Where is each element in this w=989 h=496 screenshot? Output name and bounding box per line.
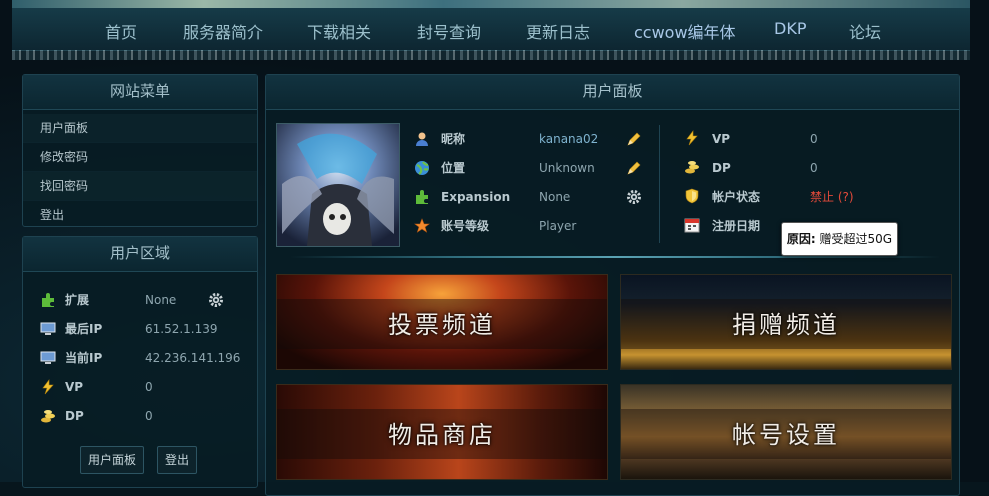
coins-icon bbox=[41, 410, 55, 423]
site-menu-panel: 网站菜单 用户面板 修改密码 找回密码 登出 bbox=[22, 74, 258, 227]
puzzle-icon bbox=[416, 190, 428, 204]
user-area-label-last-ip: 最后IP bbox=[65, 322, 103, 336]
site-menu-title: 网站菜单 bbox=[23, 75, 257, 110]
nav-changelog[interactable]: 更新日志 bbox=[526, 19, 590, 43]
account-settings-banner[interactable]: 帐号设置 bbox=[620, 384, 952, 480]
user-area-title: 用户区域 bbox=[23, 237, 257, 272]
user-area-value-dp: 0 bbox=[145, 409, 153, 423]
user-area-value-last-ip: 61.52.1.139 bbox=[145, 322, 218, 336]
user-area-value-vp: 0 bbox=[145, 380, 153, 394]
nav-home[interactable]: 首页 bbox=[105, 19, 137, 43]
menu-item-logout[interactable]: 登出 bbox=[23, 201, 257, 229]
lightning-icon bbox=[686, 130, 698, 146]
menu-item-user-panel[interactable]: 用户面板 bbox=[23, 114, 257, 143]
globe-icon bbox=[415, 161, 429, 175]
label-expansion: Expansion bbox=[441, 190, 511, 204]
user-area-value-expansion: None bbox=[145, 293, 177, 307]
account-settings-label: 帐号设置 bbox=[732, 421, 840, 449]
user-area-value-current-ip: 42.236.141.196 bbox=[145, 351, 241, 365]
label-register-date: 注册日期 bbox=[712, 219, 761, 233]
label-location: 位置 bbox=[441, 161, 466, 175]
nav-frost-border bbox=[12, 50, 970, 60]
gear-icon[interactable] bbox=[626, 189, 642, 205]
value-account-level: Player bbox=[539, 219, 577, 233]
calendar-icon bbox=[684, 218, 700, 233]
nav-ban-lookup[interactable]: 封号查询 bbox=[417, 19, 481, 43]
info-separator bbox=[659, 125, 660, 243]
coins-icon bbox=[685, 161, 699, 174]
tooltip-text: 赠受超过50G bbox=[815, 232, 893, 246]
star-icon bbox=[414, 218, 430, 233]
puzzle-icon bbox=[42, 293, 54, 307]
label-nickname: 昵称 bbox=[441, 132, 466, 146]
ban-reason-tooltip: 原因: 赠受超过50G bbox=[781, 222, 898, 256]
label-account-level: 账号等级 bbox=[441, 219, 490, 233]
value-location: Unknown bbox=[539, 161, 595, 175]
donate-channel-label: 捐赠频道 bbox=[732, 311, 840, 339]
value-vp: 0 bbox=[810, 132, 818, 146]
value-account-status[interactable]: 禁止 (?) bbox=[810, 187, 854, 207]
menu-item-recover-password[interactable]: 找回密码 bbox=[23, 172, 257, 201]
top-nav: 首页 服务器简介 下载相关 封号查询 更新日志 ccwow编年体 DKP 论坛 bbox=[12, 8, 970, 51]
item-shop-label: 物品商店 bbox=[388, 421, 496, 449]
item-shop-banner[interactable]: 物品商店 bbox=[276, 384, 608, 480]
vote-channel-banner[interactable]: 投票频道 bbox=[276, 274, 608, 370]
user-area-label-dp: DP bbox=[65, 409, 84, 423]
user-icon bbox=[416, 132, 428, 146]
value-expansion: None bbox=[539, 190, 571, 204]
shield-icon bbox=[685, 188, 699, 204]
user-panel-button[interactable]: 用户面板 bbox=[80, 446, 145, 474]
menu-item-change-password[interactable]: 修改密码 bbox=[23, 143, 257, 172]
value-dp: 0 bbox=[810, 161, 818, 175]
value-nickname: kanana02 bbox=[539, 132, 599, 146]
logout-button[interactable]: 登出 bbox=[157, 446, 198, 474]
nav-dkp[interactable]: DKP bbox=[774, 19, 806, 38]
user-area-label-vp: VP bbox=[65, 380, 84, 394]
divider-glow bbox=[290, 256, 940, 258]
pencil-icon[interactable] bbox=[626, 131, 642, 147]
donate-channel-banner[interactable]: 捐赠频道 bbox=[620, 274, 952, 370]
tooltip-prefix: 原因: bbox=[786, 232, 816, 246]
label-vp: VP bbox=[712, 132, 731, 146]
user-area-label-current-ip: 当前IP bbox=[65, 351, 103, 365]
user-area-label-expansion: 扩展 bbox=[65, 293, 90, 307]
lightning-icon bbox=[42, 379, 54, 395]
user-panel-title: 用户面板 bbox=[266, 75, 959, 110]
computer-icon bbox=[40, 351, 56, 364]
nav-downloads[interactable]: 下载相关 bbox=[307, 19, 371, 43]
gear-icon[interactable] bbox=[208, 292, 224, 308]
nav-server-intro[interactable]: 服务器简介 bbox=[183, 19, 263, 43]
avatar bbox=[276, 123, 400, 247]
vote-channel-label: 投票频道 bbox=[388, 311, 496, 339]
label-account-status: 帐户状态 bbox=[712, 190, 761, 204]
pencil-icon[interactable] bbox=[626, 160, 642, 176]
nav-forum[interactable]: 论坛 bbox=[849, 19, 881, 43]
nav-chronicle[interactable]: ccwow编年体 bbox=[634, 19, 736, 43]
header-strip bbox=[12, 0, 970, 8]
label-dp: DP bbox=[712, 161, 731, 175]
computer-icon bbox=[40, 322, 56, 335]
